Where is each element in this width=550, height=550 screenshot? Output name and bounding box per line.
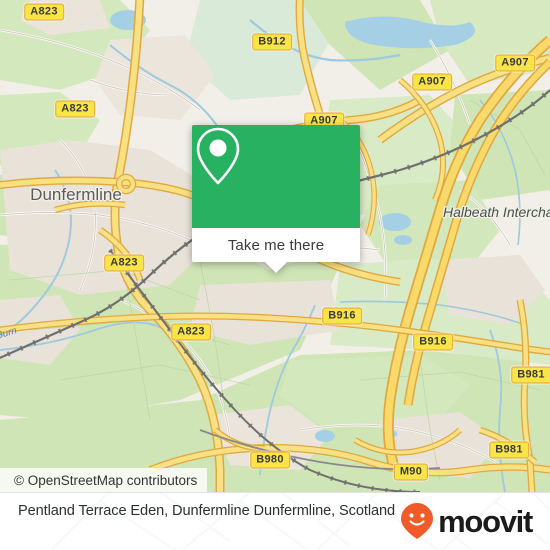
road-shield[interactable]: A907 — [412, 73, 452, 91]
moovit-brand[interactable]: moovit — [400, 502, 533, 540]
road-shield[interactable]: B916 — [322, 307, 362, 325]
popup-icon-panel — [192, 125, 360, 228]
footer-bar: Pentland Terrace Eden, Dunfermline Dunfe… — [0, 492, 550, 550]
osm-attribution-text: © OpenStreetMap contributors — [14, 472, 198, 488]
road-shield[interactable]: B980 — [250, 451, 290, 469]
map-interchange-label: Halbeath Interchange — [443, 204, 550, 220]
moovit-wordmark: moovit — [438, 503, 533, 539]
osm-attribution[interactable]: © OpenStreetMap contributors — [0, 468, 208, 492]
road-shield[interactable]: B981 — [489, 441, 529, 459]
road-shield[interactable]: B912 — [252, 33, 292, 51]
take-me-there-button[interactable]: Take me there — [228, 237, 324, 254]
road-shield[interactable]: A823 — [24, 3, 64, 21]
map-place-label: Dunfermline — [30, 185, 122, 204]
popup-pointer-tail — [265, 262, 287, 273]
location-popup-card[interactable]: Take me there — [192, 125, 360, 273]
road-shield[interactable]: B916 — [413, 333, 453, 351]
moovit-smiley-pin-icon — [401, 503, 434, 539]
location-caption: Pentland Terrace Eden, Dunfermline Dunfe… — [18, 503, 396, 519]
popup-action-panel[interactable]: Take me there — [192, 228, 360, 273]
road-shield[interactable]: A823 — [171, 323, 211, 341]
road-shield[interactable]: A907 — [495, 54, 535, 72]
road-shield[interactable]: M90 — [393, 463, 429, 481]
road-shield[interactable]: A823 — [104, 254, 144, 272]
road-shield[interactable]: B981 — [511, 366, 550, 384]
screenshot-root: Dunfermline Halbeath Interchange Burn A8… — [0, 0, 550, 550]
road-shield[interactable]: A823 — [55, 100, 95, 118]
map-canvas[interactable]: Dunfermline Halbeath Interchange Burn A8… — [0, 0, 550, 492]
map-pin-icon — [196, 127, 240, 185]
